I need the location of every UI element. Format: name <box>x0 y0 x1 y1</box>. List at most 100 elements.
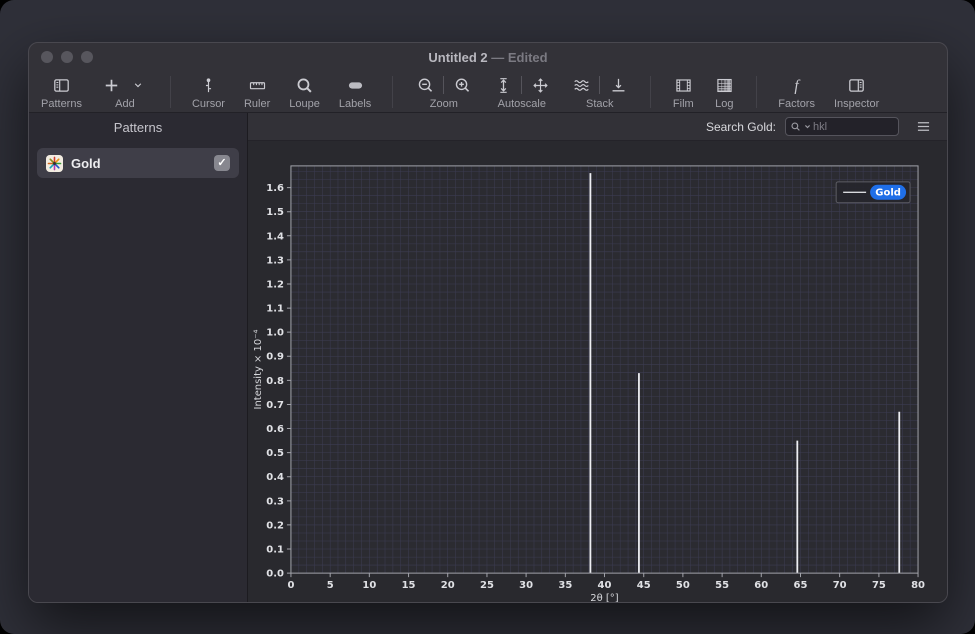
main-panel: Search Gold: 051015202530354045505560657… <box>248 113 947 602</box>
x-axis-title: 2θ [°] <box>590 593 619 602</box>
close-button[interactable] <box>41 51 53 63</box>
factors-f-icon: f <box>788 77 805 94</box>
grid-lines <box>291 166 918 573</box>
svg-text:1.0: 1.0 <box>266 328 284 339</box>
search-input[interactable] <box>813 121 894 133</box>
svg-text:1.4: 1.4 <box>266 231 284 242</box>
titlebar: Untitled 2 — Edited <box>29 43 947 71</box>
app-window: Untitled 2 — Edited PatternsAddCursorRul… <box>28 42 948 603</box>
svg-text:50: 50 <box>676 580 690 591</box>
svg-text:30: 30 <box>519 580 533 591</box>
toolbar-label-zoom: Zoom <box>430 98 458 110</box>
toolbar-group-inspector: Inspector <box>834 71 879 112</box>
search-label: Search Gold: <box>706 120 776 134</box>
toolbar-label-ruler: Ruler <box>244 98 270 110</box>
plus-icon <box>103 77 120 94</box>
stack-waves-icon <box>573 77 590 94</box>
list-icon <box>916 120 931 133</box>
ruler-button[interactable] <box>246 74 268 96</box>
svg-text:35: 35 <box>558 580 572 591</box>
toolbar-divider <box>650 76 651 108</box>
svg-text:1.5: 1.5 <box>266 207 284 218</box>
toolbar-group-labels: Labels <box>339 71 371 112</box>
sidebar-header: Patterns <box>29 113 247 141</box>
patterns-sidebar: Patterns Gold ✓ <box>29 113 248 602</box>
stack-waves-button[interactable] <box>570 74 592 96</box>
svg-text:65: 65 <box>794 580 808 591</box>
svg-text:0: 0 <box>287 580 294 591</box>
svg-text:0.5: 0.5 <box>266 448 284 459</box>
factors-f-button[interactable]: f <box>786 74 808 96</box>
film-icon <box>675 77 692 94</box>
patterns-panel-button[interactable] <box>50 74 72 96</box>
chevron-down-button[interactable] <box>127 74 149 96</box>
film-button[interactable] <box>672 74 694 96</box>
toolbar-label-log: Log <box>715 98 733 110</box>
align-baseline-icon <box>610 77 627 94</box>
search-bar: Search Gold: <box>248 113 947 141</box>
chart-svg[interactable]: 051015202530354045505560657075800.00.10.… <box>248 141 947 602</box>
pattern-item-gold[interactable]: Gold ✓ <box>37 148 239 178</box>
minimize-button[interactable] <box>61 51 73 63</box>
svg-text:20: 20 <box>441 580 455 591</box>
log-grid-button[interactable] <box>713 74 735 96</box>
svg-text:70: 70 <box>833 580 847 591</box>
loupe-icon <box>296 77 313 94</box>
toolbar-group-log: Log <box>713 71 735 112</box>
svg-text:15: 15 <box>402 580 416 591</box>
loupe-button[interactable] <box>294 74 316 96</box>
legend-entry-label[interactable]: Gold <box>875 188 901 199</box>
label-tag-button[interactable] <box>344 74 366 96</box>
pattern-visibility-checkbox[interactable]: ✓ <box>214 155 230 171</box>
svg-text:45: 45 <box>637 580 651 591</box>
cursor-icon <box>200 77 217 94</box>
svg-text:0.4: 0.4 <box>266 472 284 483</box>
zoom-button[interactable] <box>81 51 93 63</box>
hkl-list-button[interactable] <box>914 118 933 135</box>
autoscale-vertical-icon <box>495 77 512 94</box>
toolbar-group-factors: fFactors <box>778 71 815 112</box>
svg-text:0.6: 0.6 <box>266 424 284 435</box>
toolbar-group-loupe: Loupe <box>289 71 320 112</box>
document-edited-status: — Edited <box>491 50 547 65</box>
inspector-panel-button[interactable] <box>846 74 868 96</box>
toolbar-label-patterns: Patterns <box>41 98 82 110</box>
toolbar-divider <box>756 76 757 108</box>
svg-text:f: f <box>795 77 802 94</box>
toolbar-group-add: Add <box>101 71 149 112</box>
toolbar-button-separator <box>521 76 522 94</box>
autoscale-vertical-button[interactable] <box>492 74 514 96</box>
search-field[interactable] <box>785 117 899 136</box>
svg-text:10: 10 <box>362 580 376 591</box>
svg-text:0.3: 0.3 <box>266 496 284 507</box>
align-baseline-button[interactable] <box>607 74 629 96</box>
toolbar-group-autoscale: Autoscale <box>492 71 551 112</box>
y-axis-title: Intensity × 10⁻⁴ <box>253 330 264 410</box>
zoom-in-button[interactable] <box>451 74 473 96</box>
cursor-button[interactable] <box>197 74 219 96</box>
toolbar-label-inspector: Inspector <box>834 98 879 110</box>
svg-text:0.7: 0.7 <box>266 400 284 411</box>
label-tag-icon <box>347 77 364 94</box>
svg-text:0.9: 0.9 <box>266 352 284 363</box>
svg-text:0.0: 0.0 <box>266 569 284 580</box>
toolbar-label-cursor: Cursor <box>192 98 225 110</box>
diffraction-chart[interactable]: 051015202530354045505560657075800.00.10.… <box>248 141 947 602</box>
svg-text:5: 5 <box>327 580 334 591</box>
svg-text:25: 25 <box>480 580 494 591</box>
toolbar-group-cursor: Cursor <box>192 71 225 112</box>
ruler-icon <box>249 77 266 94</box>
zoom-out-button[interactable] <box>414 74 436 96</box>
svg-text:1.2: 1.2 <box>266 279 284 290</box>
svg-text:0.1: 0.1 <box>266 545 284 556</box>
toolbar-group-ruler: Ruler <box>244 71 270 112</box>
autoscale-all-button[interactable] <box>529 74 551 96</box>
plus-button[interactable] <box>101 74 123 96</box>
traffic-lights <box>29 51 93 63</box>
svg-text:1.3: 1.3 <box>266 255 284 266</box>
toolbar-button-separator <box>443 76 444 94</box>
toolbar: Patterns Add Cursor Ruler Loupe Labels Zoom Aut… <box>29 71 947 113</box>
pattern-name: Gold <box>71 156 206 171</box>
svg-text:1.6: 1.6 <box>266 183 284 194</box>
zoom-out-icon <box>417 77 434 94</box>
